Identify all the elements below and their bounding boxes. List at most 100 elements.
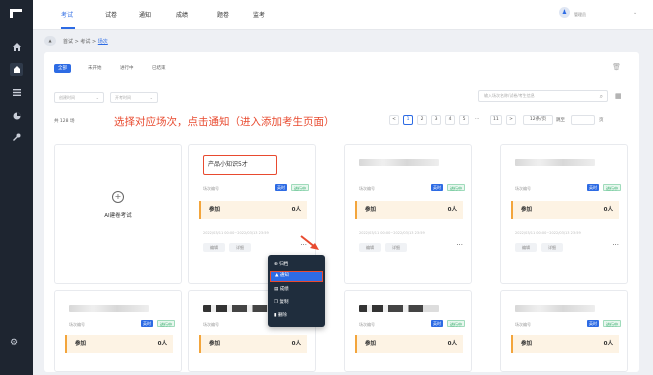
trash-icon[interactable]: 🗑 <box>612 63 621 71</box>
more-actions-menu: ⊕ 归档 ▲ 通知 ▤ 成绩 ❐ 复制 ▮ 删除 <box>268 255 325 327</box>
menu-item-copy[interactable]: ❐ 复制 <box>270 297 323 308</box>
session-code: 场次编号 <box>515 322 531 327</box>
session-code: 场次编号 <box>359 186 375 191</box>
menu-item-delete[interactable]: ▮ 删除 <box>270 310 323 321</box>
page-3[interactable]: 3 <box>431 115 441 125</box>
edit-button[interactable]: 编辑 <box>359 243 381 252</box>
exam-session-card[interactable]: 场次编号 英时 进行中 参加 0人 <box>54 290 182 372</box>
avatar[interactable]: ♟ <box>559 7 570 18</box>
type-badge: 英时 <box>587 320 599 327</box>
session-time: 2022/03/11 00:00~2022/03/13 23:59 <box>203 231 269 235</box>
exam-time-select[interactable]: 开考时间 ⌄ <box>110 92 158 103</box>
tab-scores[interactable]: 成绩 <box>176 10 188 19</box>
detail-button[interactable]: 详细 <box>385 243 407 252</box>
breadcrumb-item[interactable]: 考试 <box>80 39 90 45</box>
chevron-down-icon[interactable]: ⌄ <box>633 10 637 16</box>
app-logo-icon <box>10 9 22 18</box>
session-code: 场次编号 <box>203 322 219 327</box>
key-icon[interactable] <box>10 130 23 143</box>
plus-icon[interactable]: + <box>112 191 124 203</box>
search-input[interactable]: 输入场次名称/试卷/考生信息 ⌕ <box>478 90 608 102</box>
more-icon[interactable]: ··· <box>456 241 463 249</box>
create-time-select[interactable]: 创建时间 ⌄ <box>54 92 104 103</box>
search-icon[interactable]: ⌕ <box>600 92 603 102</box>
type-badge: 英时 <box>275 184 287 191</box>
menu-item-archive[interactable]: ⊕ 归档 <box>270 259 323 270</box>
type-badge: 英时 <box>141 320 153 327</box>
page-1[interactable]: 1 <box>403 115 413 125</box>
session-code: 场次编号 <box>69 322 85 327</box>
session-code: 场次编号 <box>203 186 219 191</box>
session-code: 场次编号 <box>359 322 375 327</box>
tab-proctor[interactable]: 监考 <box>253 10 265 19</box>
join-count-box: 参加 0人 <box>511 335 619 353</box>
goto-page-input[interactable] <box>571 115 595 125</box>
filter-in-progress[interactable]: 进行中 <box>116 64 138 73</box>
tab-papers[interactable]: 试卷 <box>105 10 117 19</box>
chart-icon[interactable] <box>10 109 23 122</box>
total-count: 共 128 场 <box>54 119 75 124</box>
menu-item-notify[interactable]: ▲ 通知 <box>270 271 323 282</box>
next-page-button[interactable]: > <box>506 115 516 125</box>
session-name: 产品小知识5才 <box>203 155 277 175</box>
page-suffix: 页 <box>599 118 604 123</box>
user-name[interactable]: 管理员 <box>574 12 586 18</box>
annotation-arrow-icon <box>300 235 319 250</box>
type-badge: 英时 <box>431 184 443 191</box>
chevron-down-icon: ⌄ <box>95 95 99 100</box>
filter-not-started[interactable]: 未开始 <box>84 64 106 73</box>
breadcrumb-item[interactable]: 首试 <box>63 39 73 45</box>
detail-button[interactable]: 详细 <box>229 243 251 252</box>
join-count-box: 参加 0人 <box>355 335 463 353</box>
calendar-icon[interactable]: ▦ <box>615 92 622 100</box>
ai-create-label: AI建卷考试 <box>104 213 132 219</box>
home-icon[interactable] <box>10 40 23 53</box>
ai-create-exam-card[interactable]: + AI建卷考试 <box>54 144 182 284</box>
menu-item-scores[interactable]: ▤ 成绩 <box>270 284 323 295</box>
type-badge: 英时 <box>587 184 599 191</box>
page-size-select[interactable]: 12条/页 <box>523 115 553 125</box>
status-badge: 进行中 <box>447 184 465 191</box>
exam-icon[interactable] <box>10 63 23 76</box>
session-code: 场次编号 <box>515 186 531 191</box>
filter-all[interactable]: 全部 <box>54 64 71 73</box>
join-count-box: 参加 0人 <box>511 201 619 219</box>
exam-session-card[interactable]: 场次编号 英时 进行中 参加 0人 <box>344 290 472 372</box>
prev-page-button[interactable]: < <box>389 115 399 125</box>
pagination-ellipsis[interactable]: ··· <box>475 117 479 122</box>
menu-icon[interactable] <box>10 86 23 99</box>
session-time: 2022/03/11 00:00~2022/03/13 23:59 <box>359 231 425 235</box>
type-badge: 英时 <box>431 320 443 327</box>
active-tab-indicator <box>61 27 75 29</box>
page-11[interactable]: 11 <box>490 115 502 125</box>
tab-question-bank[interactable]: 题卷 <box>217 10 229 19</box>
detail-button[interactable]: 详细 <box>541 243 563 252</box>
sidebar: ⚙ <box>0 0 33 375</box>
session-name-redacted <box>515 159 595 166</box>
page-4[interactable]: 4 <box>445 115 455 125</box>
status-badge: 进行中 <box>603 320 621 327</box>
chevron-down-icon: ⌄ <box>149 95 153 100</box>
settings-icon[interactable]: ⚙ <box>10 338 18 348</box>
page-2[interactable]: 2 <box>417 115 427 125</box>
top-nav: 考试 试卷 通知 成绩 题卷 监考 ♟ 管理员 ⌄ <box>33 0 653 30</box>
filter-finished[interactable]: 已结束 <box>148 64 170 73</box>
edit-button[interactable]: 编辑 <box>515 243 537 252</box>
status-badge: 进行中 <box>291 184 309 191</box>
exam-session-card[interactable]: 场次编号 英时 进行中 参加 0人 2022/03/11 00:00~2022/0… <box>344 144 472 284</box>
session-name-redacted <box>69 305 149 312</box>
more-icon[interactable]: ··· <box>612 241 619 249</box>
edit-button[interactable]: 编辑 <box>203 243 225 252</box>
session-name-redacted <box>359 305 439 312</box>
exam-session-card[interactable]: 场次编号 英时 进行中 参加 0人 <box>500 290 628 372</box>
main-panel: 全部 未开始 进行中 已结束 🗑 创建时间 ⌄ 开考时间 ⌄ 输入场次名称/试卷/考… <box>44 52 639 372</box>
tab-exam[interactable]: 考试 <box>61 10 73 19</box>
status-badge: 进行中 <box>447 320 465 327</box>
status-badge: 进行中 <box>603 184 621 191</box>
exam-session-card[interactable]: 场次编号 英时 进行中 参加 0人 2022/03/11 00:00~2022/0… <box>500 144 628 284</box>
join-count-box: 参加 0人 <box>199 335 307 353</box>
breadcrumb: ▲ 首试 > 考试 > 场次 <box>33 30 653 52</box>
back-icon[interactable]: ▲ <box>44 36 56 46</box>
tab-notice[interactable]: 通知 <box>139 10 151 19</box>
page-5[interactable]: 5 <box>459 115 469 125</box>
